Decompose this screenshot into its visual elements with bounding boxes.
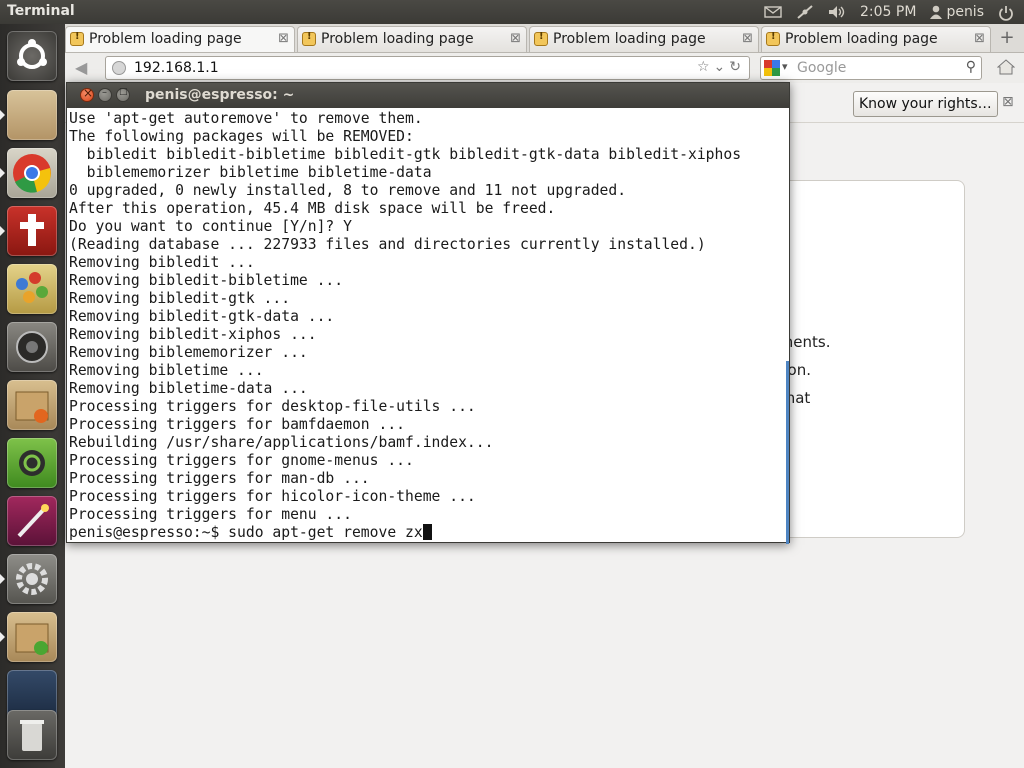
speaker-app-icon[interactable] <box>7 322 57 372</box>
terminal-prompt-line[interactable]: penis@espresso:~$ sudo apt-get remove zx <box>69 524 787 540</box>
terminal-line: Processing triggers for desktop-file-uti… <box>69 398 476 415</box>
new-tab-button[interactable]: + <box>995 27 1019 49</box>
terminal-output[interactable]: Use 'apt-get autoremove' to remove them.… <box>69 110 787 540</box>
terminal-line: (Reading database ... 227933 files and d… <box>69 236 706 253</box>
warning-favicon-icon <box>302 31 316 46</box>
ubuntu-software-icon[interactable] <box>7 438 57 488</box>
user-icon <box>930 5 943 19</box>
terminal-line: bibledit bibledit-bibletime bibledit-gtk… <box>69 146 742 163</box>
dash-home-icon[interactable] <box>7 31 57 81</box>
tab-2[interactable]: Problem loading page ⊠ <box>297 26 527 52</box>
warning-favicon-icon <box>534 31 548 46</box>
terminal-line: Removing bibledit-gtk-data ... <box>69 308 335 325</box>
running-indicator <box>0 110 5 120</box>
terminal-line: Removing bibletime-data ... <box>69 380 308 397</box>
tab-title: Problem loading page <box>785 31 938 47</box>
package-download-icon[interactable] <box>7 612 57 662</box>
terminal-line: biblememorizer bibletime bibletime-data <box>69 164 432 181</box>
engine-dropdown-icon[interactable]: ▾ <box>782 60 788 73</box>
trash-icon[interactable] <box>7 710 57 760</box>
terminal-scrollbar[interactable] <box>786 361 789 544</box>
terminal-titlebar[interactable]: penis@espresso: ~ <box>67 83 789 108</box>
system-settings-icon[interactable] <box>7 554 57 604</box>
running-indicator <box>0 632 5 642</box>
search-placeholder: Google <box>797 60 847 76</box>
terminal-line: Rebuilding /usr/share/applications/bamf.… <box>69 434 494 451</box>
terminal-line: Processing triggers for menu ... <box>69 506 352 523</box>
reload-icon[interactable]: ↻ <box>729 59 745 75</box>
close-notification-icon[interactable]: ⊠ <box>1002 94 1014 110</box>
terminal-line: The following packages will be REMOVED: <box>69 128 414 145</box>
terminal-line: Processing triggers for bamfdaemon ... <box>69 416 406 433</box>
warning-favicon-icon <box>766 31 780 46</box>
back-button[interactable]: ◀ <box>75 58 95 78</box>
search-bar[interactable]: ▾ Google ⚲ <box>760 56 982 80</box>
tab-title: Problem loading page <box>553 31 706 47</box>
bookmark-star-icon[interactable]: ☆ <box>697 59 714 75</box>
system-tray: 2:05 PM penis <box>764 0 1016 24</box>
power-icon[interactable] <box>998 5 1016 21</box>
running-indicator <box>0 574 5 584</box>
terminal-line: Removing bibledit-gtk ... <box>69 290 291 307</box>
clock[interactable]: 2:05 PM <box>860 4 916 20</box>
terminal-line: Processing triggers for gnome-menus ... <box>69 452 414 469</box>
text-cursor <box>422 524 432 540</box>
tab-title: Problem loading page <box>89 31 242 47</box>
tab-4[interactable]: Problem loading page ⊠ <box>761 26 991 52</box>
close-window-button[interactable] <box>80 86 94 102</box>
terminal-line: Do you want to continue [Y/n]? Y <box>69 218 352 235</box>
tab-close-icon[interactable]: ⊠ <box>742 31 753 46</box>
terminal-window[interactable]: penis@espresso: ~ Use 'apt-get autoremov… <box>66 82 790 544</box>
mail-icon[interactable] <box>764 5 782 19</box>
tab-close-icon[interactable]: ⊠ <box>510 31 521 46</box>
package-installer-icon[interactable] <box>7 380 57 430</box>
tab-title: Problem loading page <box>321 31 474 47</box>
tab-3[interactable]: Problem loading page ⊠ <box>529 26 759 52</box>
terminal-line: Use 'apt-get autoremove' to remove them. <box>69 110 423 127</box>
home-icon[interactable] <box>997 59 1015 75</box>
files-folder-icon[interactable] <box>7 90 57 140</box>
maximize-window-button[interactable] <box>116 87 130 102</box>
terminal-line: Removing biblememorizer ... <box>69 344 308 361</box>
terminal-title: penis@espresso: ~ <box>145 87 295 103</box>
unity-launcher <box>0 24 66 768</box>
terminal-line: Removing bibledit-bibletime ... <box>69 272 344 289</box>
volume-icon[interactable] <box>828 5 846 19</box>
tab-strip: Problem loading page ⊠ Problem loading p… <box>65 24 1024 53</box>
tab-close-icon[interactable]: ⊠ <box>974 31 985 46</box>
know-your-rights-button[interactable]: Know your rights… <box>853 91 998 117</box>
terminal-line: Removing bibledit-xiphos ... <box>69 326 317 343</box>
active-app-title: Terminal <box>7 3 75 19</box>
warning-favicon-icon <box>70 31 84 46</box>
paint-app-icon[interactable] <box>7 264 57 314</box>
url-bar-controls: ☆⌄↻ <box>697 59 745 75</box>
user-menu[interactable]: penis <box>930 4 984 20</box>
chrome-browser-icon[interactable] <box>7 148 57 198</box>
url-bar[interactable]: 192.168.1.1 ☆⌄↻ <box>105 56 750 80</box>
globe-icon <box>112 61 126 75</box>
google-engine-icon[interactable] <box>764 60 780 76</box>
network-disconnected-icon[interactable] <box>796 5 814 19</box>
url-text: 192.168.1.1 <box>134 60 219 76</box>
terminal-line: 0 upgraded, 0 newly installed, 8 to remo… <box>69 182 627 199</box>
tab-1[interactable]: Problem loading page ⊠ <box>65 26 295 52</box>
terminal-line: Removing bibledit ... <box>69 254 255 271</box>
search-icon[interactable]: ⚲ <box>966 59 976 75</box>
terminal-line: Processing triggers for hicolor-icon-the… <box>69 488 476 505</box>
navigation-toolbar: ◀ 192.168.1.1 ☆⌄↻ ▾ Google ⚲ <box>65 53 1024 83</box>
terminal-line: Removing bibletime ... <box>69 362 264 379</box>
running-indicator <box>0 226 5 236</box>
terminal-line: Processing triggers for man-db ... <box>69 470 370 487</box>
minimize-window-button[interactable] <box>98 87 112 102</box>
top-panel: Terminal 2:05 PM penis <box>0 0 1024 24</box>
terminal-prompt: penis@espresso:~$ sudo apt-get remove zx <box>69 524 423 540</box>
error-page-card: noments. ection. re that <box>760 180 965 538</box>
tab-close-icon[interactable]: ⊠ <box>278 31 289 46</box>
history-dropdown-icon[interactable]: ⌄ <box>714 59 730 75</box>
bible-app-icon[interactable] <box>7 206 57 256</box>
running-indicator <box>0 168 5 178</box>
magic-wand-icon[interactable] <box>7 496 57 546</box>
user-name: penis <box>946 4 984 20</box>
terminal-line: After this operation, 45.4 MB disk space… <box>69 200 556 217</box>
